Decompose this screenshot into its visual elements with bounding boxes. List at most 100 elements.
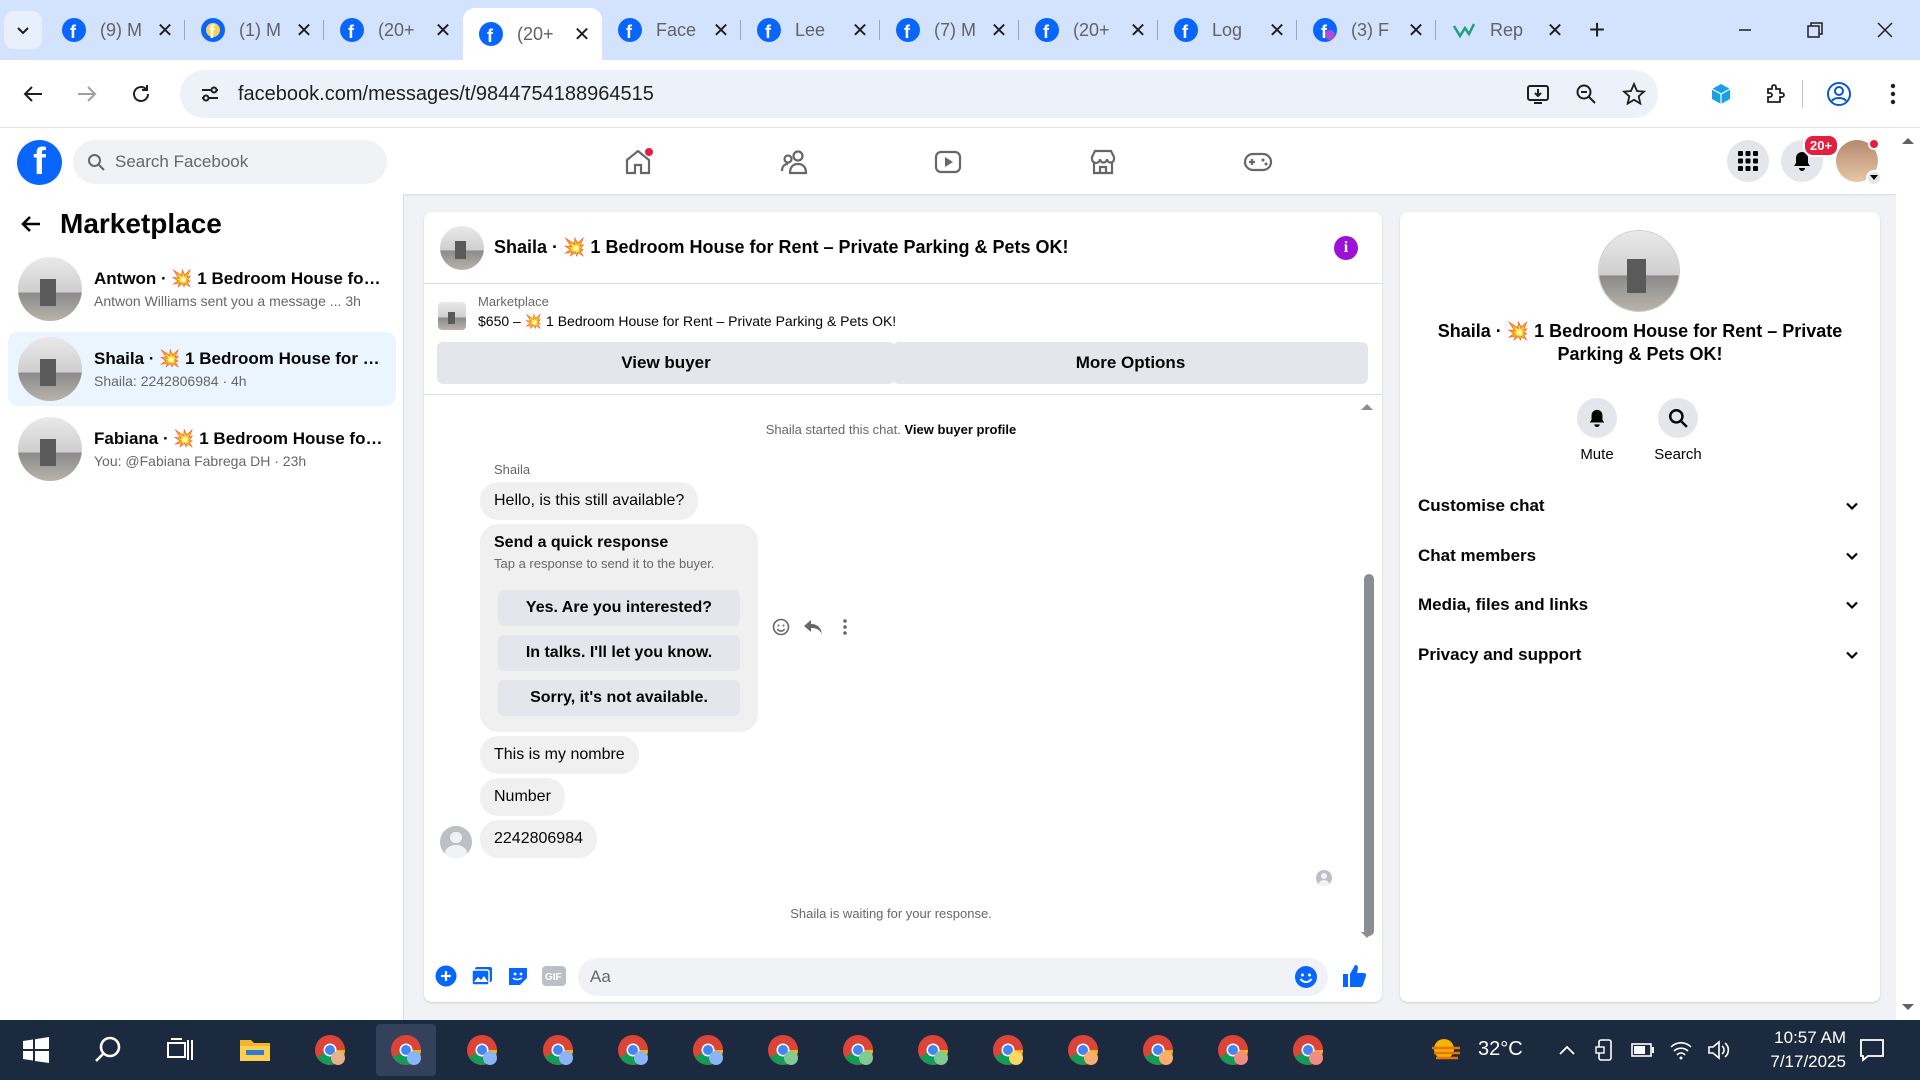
taskbar-chrome-button[interactable] <box>1128 1024 1188 1076</box>
close-tab-icon[interactable]: ✕ <box>850 18 870 43</box>
browser-tab[interactable]: f Face ✕ <box>602 0 741 60</box>
extensions-puzzle-icon[interactable] <box>1748 67 1802 121</box>
taskbar-chrome-button[interactable] <box>1053 1024 1113 1076</box>
scroll-up-arrow-icon[interactable] <box>1901 136 1915 146</box>
video-tab[interactable] <box>893 134 1003 190</box>
message-input[interactable] <box>590 967 1270 987</box>
home-tab[interactable] <box>583 134 693 190</box>
close-tab-icon[interactable]: ✕ <box>155 18 175 43</box>
message-bubble[interactable]: Number <box>480 778 565 816</box>
facebook-search[interactable] <box>73 140 387 184</box>
friends-tab[interactable] <box>739 134 849 190</box>
new-tab-button[interactable]: + <box>1575 0 1619 60</box>
back-button[interactable] <box>6 67 60 121</box>
minimize-button[interactable] <box>1710 0 1780 60</box>
taskbar-chrome-button[interactable] <box>1203 1024 1263 1076</box>
taskbar-chrome-button[interactable] <box>452 1024 512 1076</box>
address-bar[interactable]: facebook.com/messages/t/9844754188964515 <box>180 70 1658 118</box>
quick-response-in-talks-button[interactable]: In talks. I'll let you know. <box>498 635 740 671</box>
taskbar-chrome-button-active[interactable] <box>376 1024 436 1076</box>
like-button[interactable] <box>1336 958 1372 994</box>
view-buyer-button[interactable]: View buyer <box>437 342 895 384</box>
chat-members-section[interactable]: Chat members <box>1416 534 1864 578</box>
close-tab-icon[interactable]: ✕ <box>1267 18 1287 43</box>
marketplace-tab[interactable] <box>1048 134 1158 190</box>
browser-tab[interactable]: f Log ✕ <box>1158 0 1297 60</box>
taskbar-chrome-button[interactable] <box>753 1024 813 1076</box>
quick-response-sorry-button[interactable]: Sorry, it's not available. <box>498 680 740 716</box>
bookmark-star-icon[interactable] <box>1610 70 1658 118</box>
taskbar-chrome-button[interactable] <box>903 1024 963 1076</box>
chat-scrollbar-thumb[interactable] <box>1364 574 1374 936</box>
page-scrollbar[interactable] <box>1896 128 1920 1020</box>
volume-icon[interactable] <box>1707 1034 1731 1066</box>
browser-tab[interactable]: f (1) M ✕ <box>185 0 324 60</box>
listing-summary[interactable]: Marketplace $650 – 💥 1 Bedroom House for… <box>438 294 896 330</box>
chat-avatar[interactable] <box>440 225 484 270</box>
notifications-button[interactable]: 20+ <box>1781 134 1840 182</box>
close-tab-icon[interactable]: ✕ <box>1545 18 1565 43</box>
zoom-icon[interactable] <box>1562 70 1610 118</box>
chevron-up-icon[interactable] <box>1555 1034 1579 1066</box>
browser-tab[interactable]: f (20+ ✕ <box>324 0 463 60</box>
reply-icon[interactable] <box>802 616 824 638</box>
gif-button[interactable]: GIF <box>536 958 572 994</box>
site-info-icon[interactable] <box>186 83 234 105</box>
weather-widget[interactable]: 32°C <box>1430 1034 1523 1064</box>
battery-icon[interactable] <box>1631 1034 1655 1066</box>
sender-avatar[interactable] <box>440 826 472 858</box>
taskbar-chrome-button[interactable] <box>678 1024 738 1076</box>
message-input-wrapper[interactable] <box>578 958 1328 996</box>
emoji-icon[interactable] <box>1294 965 1318 989</box>
message-bubble[interactable]: 2242806984 <box>480 820 597 858</box>
back-arrow-icon[interactable] <box>20 213 42 235</box>
close-window-button[interactable] <box>1850 0 1920 60</box>
browser-tab-active[interactable]: f (20+ ✕ <box>463 8 602 60</box>
taskbar-chrome-button[interactable] <box>828 1024 888 1076</box>
menu-button[interactable] <box>1727 140 1769 182</box>
taskbar-chrome-button[interactable] <box>1278 1024 1338 1076</box>
search-input[interactable] <box>115 152 355 172</box>
profile-icon[interactable] <box>1812 67 1866 121</box>
privacy-support-section[interactable]: Privacy and support <box>1416 633 1864 677</box>
close-tab-icon[interactable]: ✕ <box>989 18 1009 43</box>
start-button[interactable] <box>6 1024 66 1076</box>
close-tab-icon[interactable]: ✕ <box>711 18 731 43</box>
more-icon[interactable] <box>834 616 856 638</box>
conversation-item[interactable]: Fabiana · 💥 1 Bedroom House for ... You:… <box>8 412 396 486</box>
sticker-button[interactable] <box>500 958 536 994</box>
forward-button[interactable] <box>60 67 114 121</box>
gaming-tab[interactable] <box>1203 134 1313 190</box>
meet-now-icon[interactable] <box>1593 1034 1617 1066</box>
attach-photo-button[interactable] <box>464 958 500 994</box>
clock[interactable]: 10:57 AM 7/17/2025 <box>1770 1026 1846 1074</box>
quick-response-yes-button[interactable]: Yes. Are you interested? <box>498 590 740 626</box>
browser-tab[interactable]: f (20+ ✕ <box>1019 0 1158 60</box>
customise-chat-section[interactable]: Customise chat <box>1416 484 1864 528</box>
close-tab-icon[interactable]: ✕ <box>433 18 453 43</box>
message-bubble[interactable]: Hello, is this still available? <box>480 482 699 520</box>
info-icon[interactable]: i <box>1334 236 1358 260</box>
browser-tab[interactable]: f (7) M ✕ <box>880 0 1019 60</box>
tab-search-button[interactable] <box>0 0 46 60</box>
mute-button[interactable]: Mute <box>1557 398 1637 463</box>
facebook-logo[interactable]: f <box>17 140 62 185</box>
extension-cube-icon[interactable] <box>1694 67 1748 121</box>
close-tab-icon[interactable]: ✕ <box>572 22 592 47</box>
conversation-item-active[interactable]: Shaila · 💥 1 Bedroom House for R... Shai… <box>8 332 396 406</box>
message-bubble[interactable]: This is my nombre <box>480 736 639 774</box>
browser-menu-icon[interactable] <box>1866 67 1920 121</box>
notification-center-button[interactable] <box>1842 1024 1902 1076</box>
browser-tab[interactable]: Rep ✕ <box>1436 0 1575 60</box>
wifi-icon[interactable] <box>1669 1034 1693 1066</box>
browser-tab[interactable]: f (9) M ✕ <box>46 0 185 60</box>
browser-tab[interactable]: f Lee ✕ <box>741 0 880 60</box>
conversation-item[interactable]: Antwon · 💥 1 Bedroom House for ... Antwo… <box>8 252 396 326</box>
close-tab-icon[interactable]: ✕ <box>1128 18 1148 43</box>
scroll-down-arrow-icon[interactable] <box>1901 1002 1915 1012</box>
browser-tab[interactable]: f (3) F ✕ <box>1297 0 1436 60</box>
install-app-icon[interactable] <box>1514 70 1562 118</box>
account-avatar[interactable] <box>1836 138 1882 186</box>
taskbar-chrome-button[interactable] <box>528 1024 588 1076</box>
taskbar-chrome-button[interactable] <box>603 1024 663 1076</box>
